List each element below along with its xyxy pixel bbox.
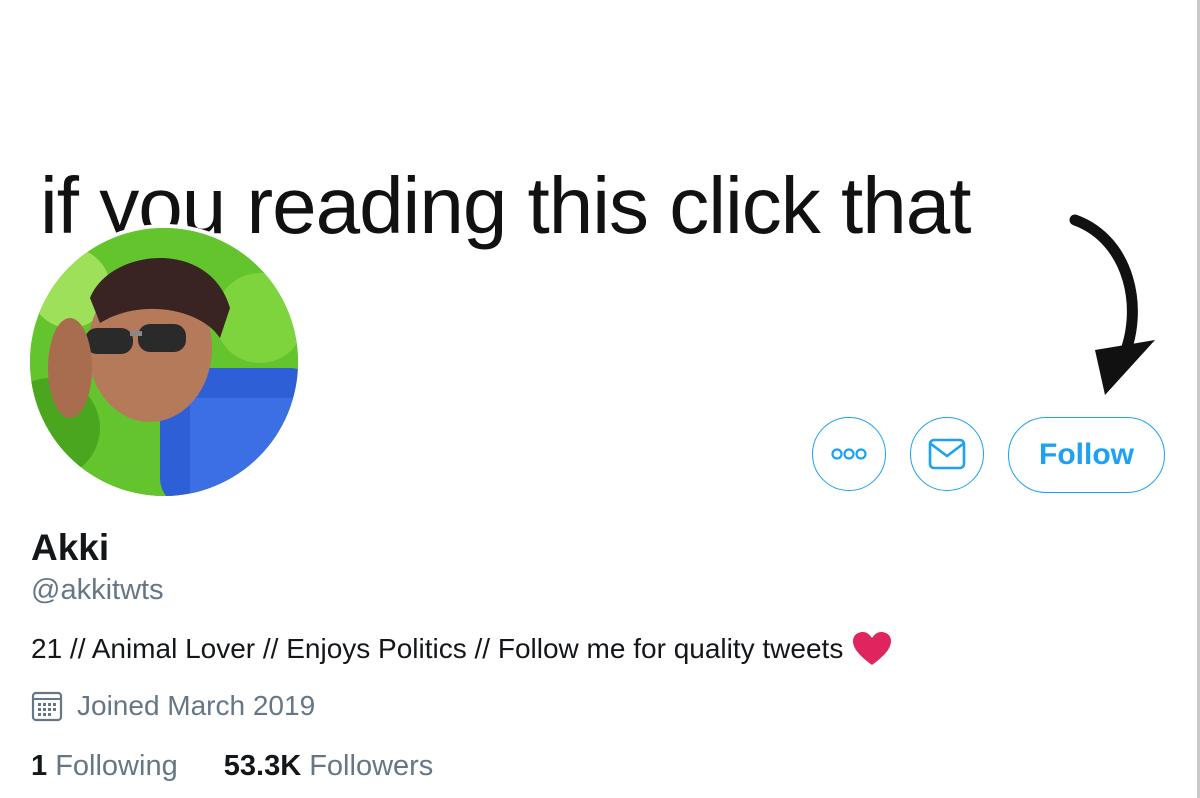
calendar-icon xyxy=(31,691,63,722)
envelope-icon xyxy=(928,438,966,470)
following-link[interactable]: 1 Following xyxy=(31,750,178,783)
followers-link[interactable]: 53.3K Followers xyxy=(224,750,434,783)
following-count: 1 xyxy=(31,750,48,782)
followers-label: Followers xyxy=(309,750,434,782)
profile-handle: @akkitwts xyxy=(31,574,164,606)
profile-bio: 21 // Animal Lover // Enjoys Politics //… xyxy=(31,632,892,666)
profile-name: Akki xyxy=(31,527,110,568)
more-button[interactable] xyxy=(812,417,886,491)
followers-count: 53.3K xyxy=(223,750,302,782)
following-label: Following xyxy=(55,750,178,782)
more-dots-icon xyxy=(831,448,867,460)
joined-text: Joined March 2019 xyxy=(77,690,316,721)
heart-emoji-icon xyxy=(853,632,892,665)
follow-stats: 1 Following 53.3K Followers xyxy=(31,750,471,783)
joined-date: Joined March 2019 xyxy=(31,690,315,722)
message-button[interactable] xyxy=(910,417,984,491)
follow-button[interactable]: Follow xyxy=(1008,417,1165,493)
bio-text: 21 // Animal Lover // Enjoys Politics //… xyxy=(31,633,844,664)
avatar[interactable] xyxy=(26,224,302,500)
arrow-down-icon xyxy=(1069,214,1155,395)
